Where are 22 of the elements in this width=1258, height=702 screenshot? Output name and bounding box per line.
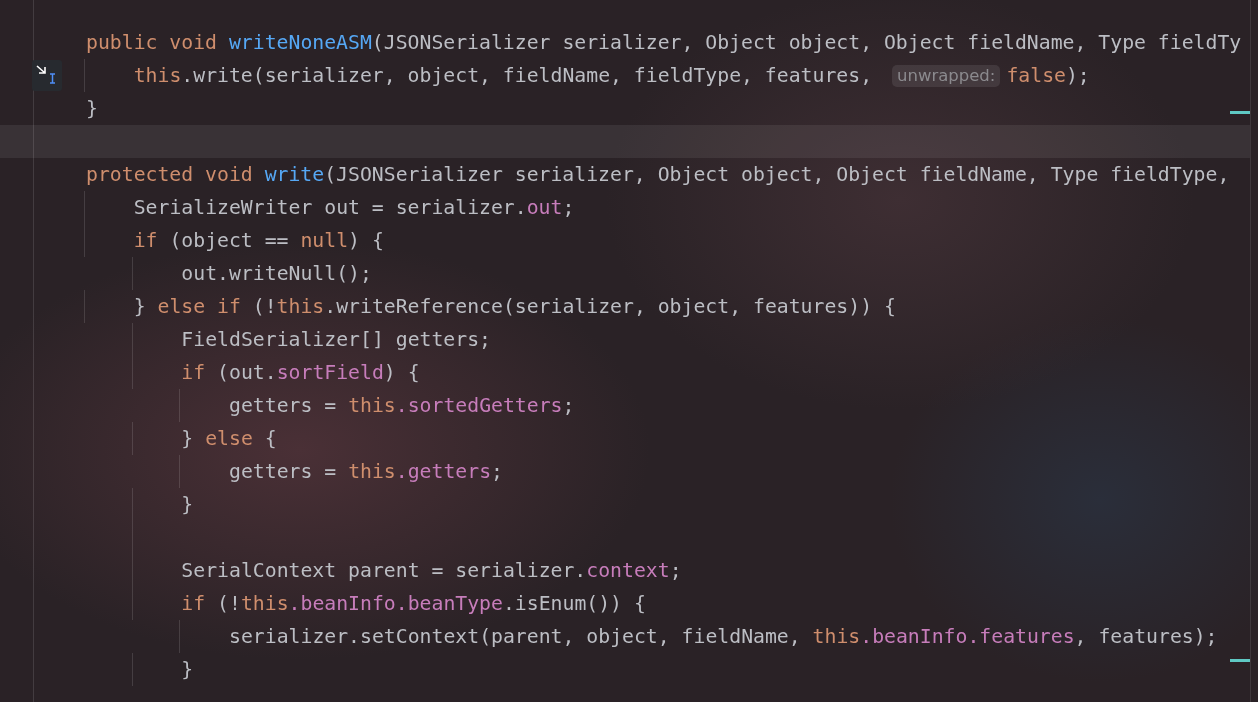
code-text: SerialContext parent = serializer.context; bbox=[181, 559, 682, 582]
code-text: if (object == null) { bbox=[133, 229, 384, 252]
code-text: } bbox=[181, 493, 194, 516]
code-text: getters = this.getters; bbox=[229, 460, 503, 483]
code-text: out.writeNull(); bbox=[181, 262, 372, 285]
code-text: if (out.sortField) { bbox=[181, 361, 420, 384]
code-text: SerializeWriter out = serializer.out; bbox=[133, 196, 575, 219]
code-text: this.write(serializer, object, fieldName, fieldType, features, bbox=[133, 64, 874, 87]
code-text: } bbox=[181, 658, 194, 681]
change-marker[interactable] bbox=[1230, 111, 1250, 114]
code-text: } else if (!this.writeReference(serializer, object, features)) { bbox=[133, 295, 896, 318]
code-text: } else { bbox=[181, 427, 277, 450]
code-text: } bbox=[86, 97, 98, 120]
code-text: getters = this.sortedGetters; bbox=[229, 394, 575, 417]
code-text: serializer.setContext(parent, object, fieldName, this.beanInfo.features, features); bbox=[229, 625, 1218, 648]
change-marker[interactable] bbox=[1230, 659, 1250, 662]
code-text: public void writeNoneASM(JSONSerializer serializer, Object object, Object fieldName, Type fieldTy bbox=[86, 31, 1242, 54]
code-text: false); bbox=[1006, 64, 1090, 87]
code-text: if (!this.beanInfo.beanType.isEnum()) { bbox=[181, 592, 646, 615]
code-text: FieldSerializer[] getters; bbox=[181, 328, 491, 351]
parameter-hint: unwrapped: bbox=[891, 64, 1001, 87]
code-text: protected void write(JSONSerializer serializer, Object object, Object fieldName, Type fieldType, bbox=[86, 163, 1230, 186]
